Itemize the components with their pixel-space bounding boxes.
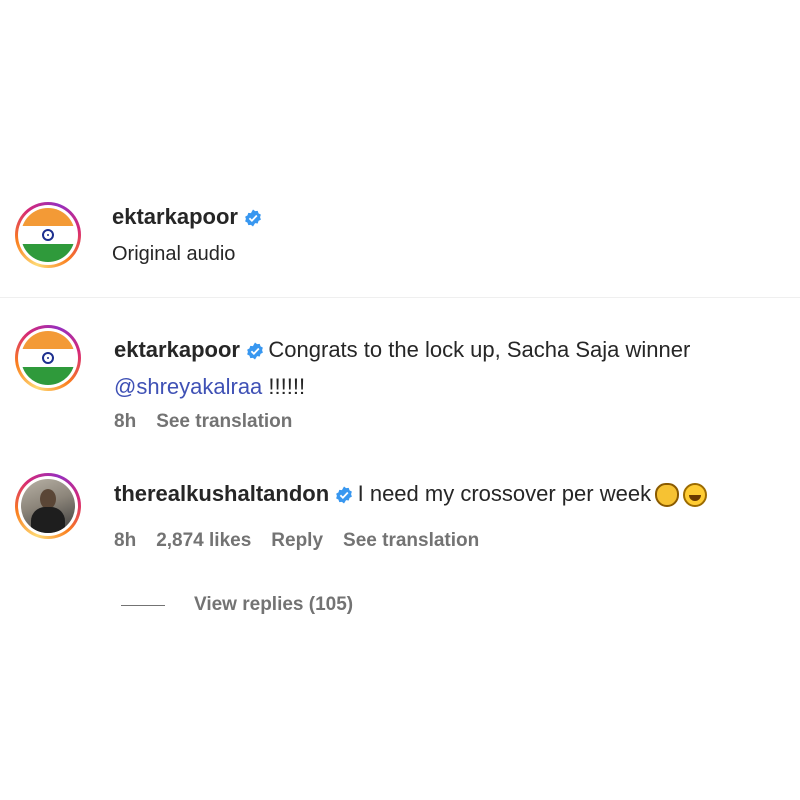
replies-line [121,605,165,606]
likes-count-button[interactable]: 2,874 likes [156,530,251,551]
comment-time: 8h [114,530,137,551]
comment-avatar[interactable] [15,325,81,391]
clapping-hands-emoji-icon [655,482,680,507]
header-avatar[interactable] [15,202,81,268]
india-flag-avatar [21,331,75,385]
comment-username[interactable]: therealkushaltandon [114,481,329,506]
comment-username[interactable]: ektarkapoor [114,337,240,362]
mention-link[interactable]: @shreyakalraa [114,374,262,399]
comment-text: I need my crossover per week [357,481,652,506]
ashoka-chakra-icon [42,352,54,364]
laughing-emoji-icon [683,482,708,507]
see-translation-button[interactable]: See translation [156,411,292,432]
original-audio-link[interactable]: Original audio [112,243,235,266]
header-username[interactable]: ektarkapoor [112,204,238,229]
verified-badge-icon [336,486,353,504]
reply-button[interactable]: Reply [271,530,323,551]
header-divider [0,297,800,298]
verified-badge-icon [247,342,263,360]
comment-time: 8h [114,411,137,432]
user-photo-avatar [21,479,75,533]
india-flag-avatar [21,208,75,262]
comment-avatar[interactable] [15,473,81,539]
view-replies-button[interactable]: View replies (105) [194,594,353,616]
comment-suffix: !!!!!! [262,374,306,399]
comment-text: Congrats to the lock up, Sacha Saja winn… [268,337,691,362]
ashoka-chakra-icon [42,229,54,241]
verified-badge-icon [245,209,261,227]
see-translation-button[interactable]: See translation [343,530,479,551]
